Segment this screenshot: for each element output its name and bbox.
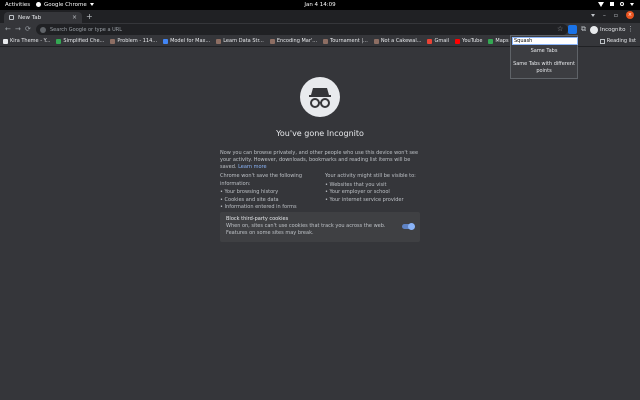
- profile-label: Incognito: [600, 26, 626, 33]
- system-top-bar: Activities Google Chrome Jan 4 14:09: [0, 0, 640, 10]
- bookmark-item[interactable]: Maps: [488, 38, 509, 44]
- bookmark-favicon-icon: [3, 38, 8, 44]
- popup-option-same-tabs-different-points[interactable]: Same Tabs with different: [511, 61, 577, 68]
- network-icon: [598, 1, 604, 7]
- reading-list-label: Reading list: [606, 38, 636, 44]
- google-icon: [40, 26, 46, 33]
- bookmark-favicon-icon: [455, 38, 461, 44]
- bookmark-favicon-icon: [323, 38, 329, 44]
- bookmark-favicon-icon: [216, 38, 222, 44]
- bookmark-label: Maps: [495, 38, 509, 44]
- popup-option-continuation[interactable]: points: [511, 68, 577, 75]
- not-saved-column: Chrome won't save the following informat…: [220, 173, 320, 212]
- not-saved-title: Chrome won't save the following informat…: [220, 173, 303, 187]
- list-item: Your browsing history: [220, 189, 320, 197]
- popup-search-input[interactable]: [512, 37, 578, 45]
- toggle-knob: [408, 223, 415, 230]
- bookmark-label: Gmail: [434, 38, 450, 44]
- bookmark-item[interactable]: Tournament |...: [323, 38, 368, 44]
- list-item: Your employer or school: [325, 189, 420, 197]
- bookmark-favicon-icon: [373, 38, 379, 44]
- page-title: You've gone Incognito: [276, 129, 364, 138]
- tab-strip: New Tab ×: [0, 10, 640, 23]
- bookmark-favicon-icon: [56, 38, 62, 44]
- power-icon: [620, 2, 624, 6]
- bookmark-item[interactable]: YouTube: [455, 38, 482, 44]
- block-cookies-toggle[interactable]: [402, 223, 415, 230]
- tab-title: New Tab: [18, 14, 42, 21]
- bookmark-favicon-icon: [488, 38, 494, 44]
- cookie-card-description: When on, sites can't use cookies that tr…: [226, 223, 386, 236]
- bookmark-item[interactable]: Gmail: [427, 38, 449, 44]
- close-window-button[interactable]: ×: [626, 11, 634, 19]
- bookmark-item[interactable]: Encoding Mar'...: [269, 38, 318, 44]
- bookmark-label: Problem - 114...: [117, 38, 158, 44]
- bookmark-item[interactable]: Learn Data Str...: [216, 38, 264, 44]
- reload-button[interactable]: ⟳: [25, 25, 31, 33]
- bookmark-label: Kira Theme - Y...: [10, 38, 51, 44]
- back-button[interactable]: ←: [5, 25, 11, 33]
- list-item: Information entered in forms: [220, 204, 320, 212]
- incognito-logo-icon: [300, 77, 340, 117]
- clock[interactable]: Jan 4 14:09: [0, 2, 640, 8]
- bookmark-label: YouTube: [462, 38, 483, 44]
- third-party-cookies-card: Block third-party cookies When on, sites…: [220, 212, 420, 242]
- list-item: Cookies and site data: [220, 197, 320, 205]
- omnibox[interactable]: Search Google or type a URL: [36, 24, 568, 35]
- incognito-intro: Now you can browse privately, and other …: [220, 150, 420, 171]
- still-visible-column: Your activity might still be visible to:…: [325, 173, 420, 204]
- bookmark-star-icon[interactable]: ☆: [557, 25, 563, 33]
- bookmark-item[interactable]: Kira Theme - Y...: [3, 38, 50, 44]
- incognito-icon: [590, 25, 598, 34]
- bookmark-label: Learn Data Str...: [223, 38, 264, 44]
- extension-popup: Same Tabs Same Tabs with different point…: [510, 35, 578, 79]
- cookie-card-title: Block third-party cookies: [226, 216, 289, 222]
- forward-button[interactable]: →: [15, 25, 21, 33]
- bookmark-label: Tournament |...: [330, 38, 368, 44]
- bookmark-favicon-icon: [269, 38, 275, 44]
- bookmark-label: Simplified Che...: [63, 38, 105, 44]
- new-tab-button[interactable]: +: [86, 12, 93, 21]
- popup-option-same-tabs[interactable]: Same Tabs: [511, 48, 577, 55]
- extensions-puzzle-icon[interactable]: ⧉: [581, 25, 586, 34]
- bookmark-favicon-icon: [163, 38, 169, 44]
- bookmark-item[interactable]: Simplified Che...: [56, 38, 104, 44]
- volume-icon: [610, 2, 614, 6]
- bookmark-label: Encoding Mar'...: [276, 38, 318, 44]
- tab-favicon-icon: [9, 15, 14, 20]
- minimize-button[interactable]: –: [603, 12, 606, 19]
- window-controls: – ▫ ×: [590, 11, 634, 19]
- bookmark-item[interactable]: Not a Cakewal...: [373, 38, 422, 44]
- system-tray[interactable]: [598, 1, 634, 7]
- reading-list-icon: [599, 38, 605, 44]
- bookmark-favicon-icon: [427, 38, 433, 44]
- learn-more-link[interactable]: Learn more: [238, 164, 267, 170]
- maximize-button[interactable]: ▫: [614, 12, 618, 19]
- squash-extension-icon[interactable]: [568, 25, 577, 34]
- bookmark-item[interactable]: Problem - 114...: [110, 38, 157, 44]
- chevron-down-icon: [630, 2, 634, 6]
- bookmark-item[interactable]: Model for Max...: [163, 38, 210, 44]
- tab-search-icon[interactable]: [590, 13, 595, 17]
- tab-new-tab[interactable]: New Tab ×: [4, 12, 82, 23]
- incognito-glyph-icon: [309, 88, 331, 108]
- list-item: Websites that you visit: [325, 182, 420, 190]
- list-item: Your internet service provider: [325, 197, 420, 205]
- bookmark-favicon-icon: [110, 38, 116, 44]
- omnibox-placeholder: Search Google or type a URL: [50, 26, 123, 33]
- menu-kebab-icon[interactable]: ⋮: [627, 25, 634, 33]
- still-visible-title: Your activity might still be visible to:: [325, 173, 416, 179]
- reading-list-button[interactable]: Reading list: [599, 38, 636, 44]
- incognito-profile-button[interactable]: Incognito: [590, 24, 626, 35]
- close-tab-icon[interactable]: ×: [72, 14, 77, 21]
- bookmark-label: Not a Cakewal...: [380, 38, 422, 44]
- bookmark-label: Model for Max...: [170, 38, 211, 44]
